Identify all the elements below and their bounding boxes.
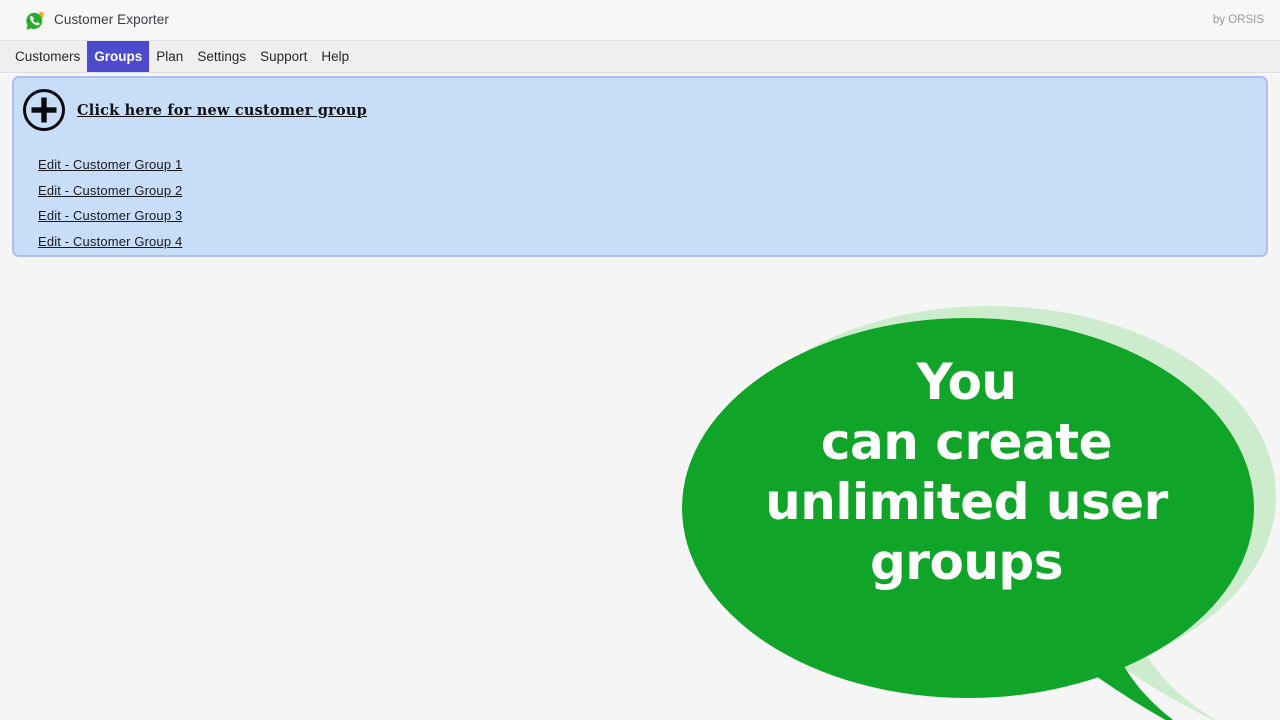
edit-customer-group-1-link[interactable]: Edit - Customer Group 1	[38, 157, 182, 172]
main-nav-bar: Customers Groups Plan Settings Support H…	[0, 41, 1280, 73]
brand-credit: by ORSIS	[1212, 14, 1264, 26]
nav-item-plan[interactable]: Plan	[149, 41, 190, 72]
customer-group-link-list: Edit - Customer Group 1 Edit - Customer …	[38, 157, 182, 255]
speech-bubble-shadow	[704, 306, 1276, 720]
promo-speech-bubble: You can create unlimited user groups	[660, 290, 1280, 720]
new-customer-group-action[interactable]: Click here for new customer group	[22, 88, 367, 132]
callout-line-3: unlimited user	[765, 473, 1168, 531]
whatsapp-green-phone-icon	[25, 11, 45, 31]
customer-groups-panel: Click here for new customer group Edit -…	[12, 76, 1268, 257]
nav-item-settings[interactable]: Settings	[190, 41, 253, 72]
nav-item-groups[interactable]: Groups	[87, 41, 150, 72]
nav-item-support[interactable]: Support	[253, 41, 314, 72]
nav-item-customers[interactable]: Customers	[8, 41, 87, 72]
app-header-bar: Customer Exporter by ORSIS	[0, 0, 1280, 41]
new-customer-group-label[interactable]: Click here for new customer group	[77, 102, 367, 119]
speech-bubble-body	[682, 318, 1254, 720]
edit-customer-group-4-link[interactable]: Edit - Customer Group 4	[38, 234, 182, 249]
plus-circle-icon[interactable]	[22, 88, 66, 132]
promo-callout-text: You can create unlimited user groups	[680, 352, 1253, 592]
callout-line-1: You	[916, 353, 1017, 411]
edit-customer-group-2-link[interactable]: Edit - Customer Group 2	[38, 183, 182, 198]
callout-line-4: groups	[870, 533, 1063, 591]
app-title: Customer Exporter	[54, 12, 169, 27]
callout-line-2: can create	[820, 413, 1113, 471]
edit-customer-group-3-link[interactable]: Edit - Customer Group 3	[38, 208, 182, 223]
nav-item-help[interactable]: Help	[314, 41, 356, 72]
